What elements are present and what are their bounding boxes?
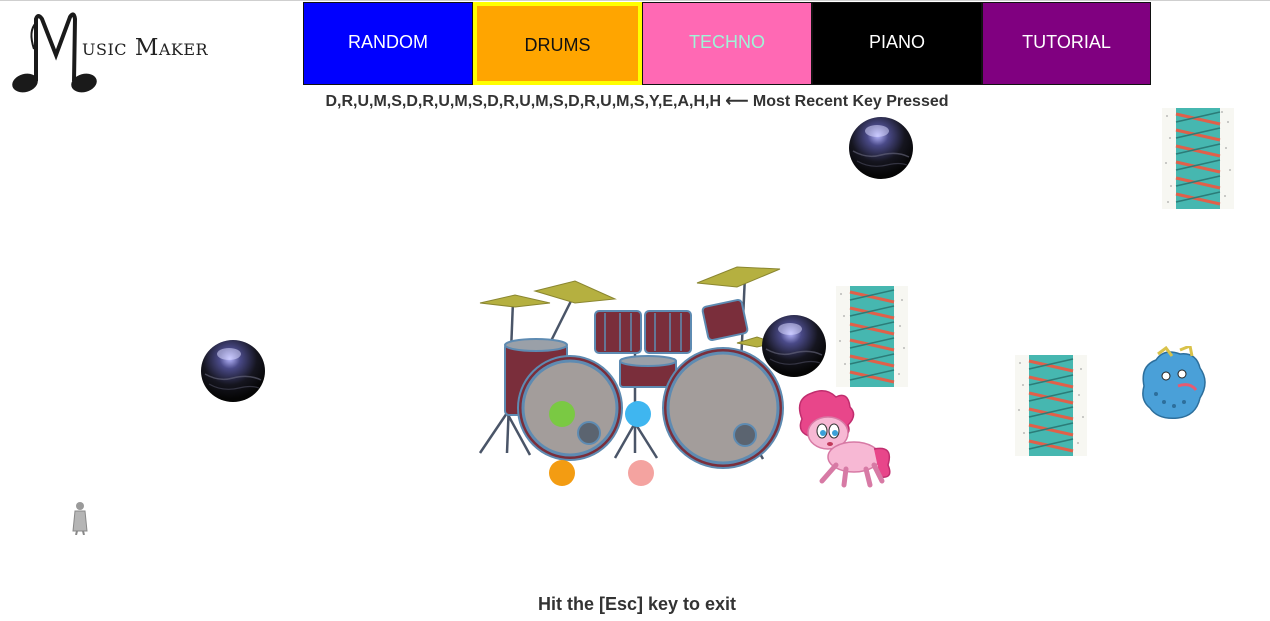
left-arrow-icon: ⟵ bbox=[725, 93, 749, 110]
logo-text: usic Maker bbox=[82, 35, 209, 61]
esc-key-label: [Esc] bbox=[598, 594, 643, 614]
dark-orb-image bbox=[201, 340, 265, 402]
techno-button[interactable]: TECHNO bbox=[642, 2, 812, 85]
techno-button-label: TECHNO bbox=[689, 32, 765, 52]
drum-pad-orange[interactable] bbox=[547, 458, 577, 488]
tutorial-button[interactable]: TUTORIAL bbox=[982, 2, 1151, 85]
drums-button-label: DRUMS bbox=[524, 35, 591, 55]
dna-helix-image bbox=[1162, 108, 1234, 209]
drum-pad-blue[interactable] bbox=[623, 399, 653, 429]
random-button-label: RANDOM bbox=[348, 32, 428, 52]
music-maker-logo: usic Maker bbox=[8, 9, 223, 99]
small-figure-image bbox=[72, 502, 88, 535]
tutorial-button-label: TUTORIAL bbox=[1022, 32, 1111, 52]
music-maker-stage: usic Maker RANDOM DRUMS TECHNO PIANO TUT… bbox=[0, 0, 1270, 621]
dark-orb-image bbox=[849, 117, 913, 179]
random-button[interactable]: RANDOM bbox=[303, 2, 473, 85]
exit-hint-suffix: key to exit bbox=[642, 594, 737, 614]
piano-button-label: PIANO bbox=[868, 32, 925, 52]
drums-button[interactable]: DRUMS bbox=[473, 2, 642, 85]
recent-keys-label: Most Recent Key Pressed bbox=[752, 93, 949, 110]
recent-keys-status: D,R,U,M,S,D,R,U,M,S,D,R,U,M,S,D,R,U,M,S,… bbox=[0, 91, 1270, 111]
piano-button[interactable]: PIANO bbox=[812, 2, 982, 85]
pink-pony-image bbox=[798, 390, 891, 488]
dna-helix-image bbox=[836, 286, 908, 387]
drum-pad-pink[interactable] bbox=[626, 458, 656, 488]
recent-keys-list: D,R,U,M,S,D,R,U,M,S,D,R,U,M,S,D,R,U,M,S,… bbox=[325, 93, 722, 110]
blue-dragon-image bbox=[1142, 346, 1206, 420]
drum-kit-image[interactable] bbox=[475, 263, 790, 488]
exit-hint-prefix: Hit the bbox=[537, 594, 599, 614]
dark-orb-image bbox=[762, 315, 826, 377]
dna-helix-image bbox=[1015, 355, 1087, 456]
exit-hint: Hit the [Esc] key to exit bbox=[0, 594, 1270, 615]
drum-pad-green[interactable] bbox=[547, 399, 577, 429]
